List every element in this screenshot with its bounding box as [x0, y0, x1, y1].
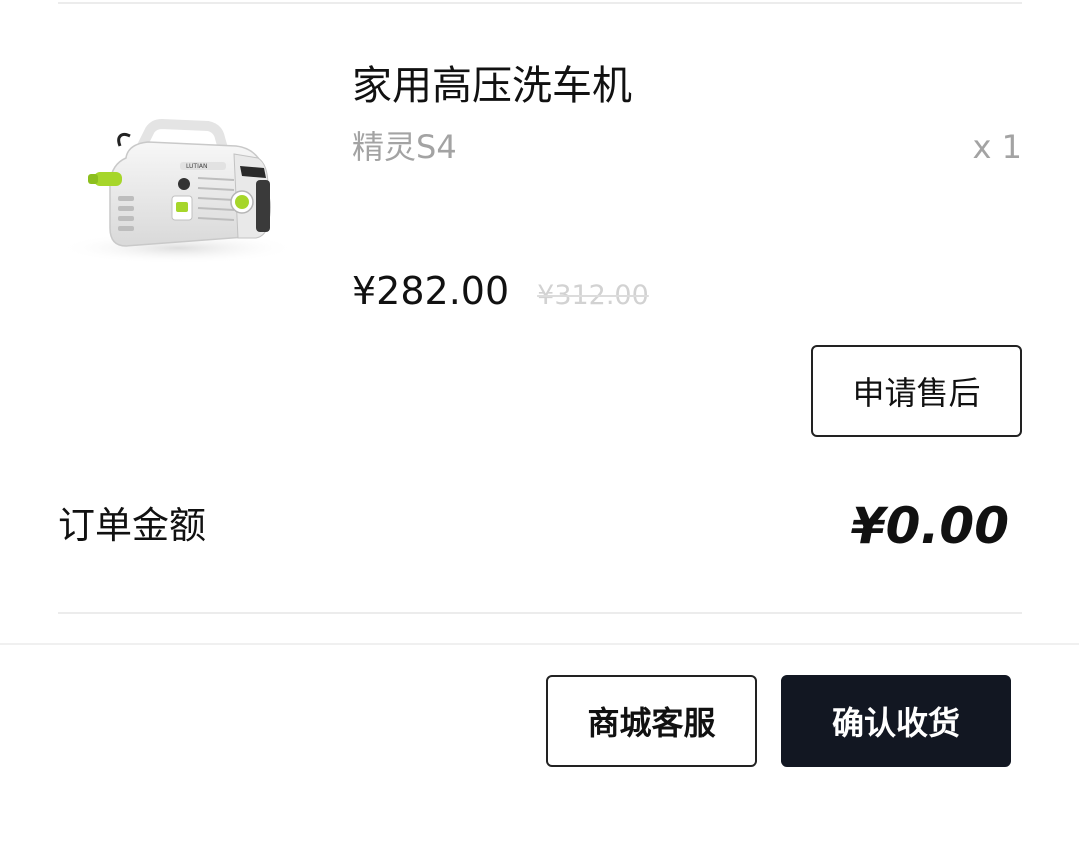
pressure-washer-icon: LUTIAN — [58, 118, 298, 264]
product-title: 家用高压洗车机 — [352, 63, 632, 109]
price-original: ¥312.00 — [537, 280, 649, 311]
product-image[interactable]: LUTIAN — [58, 106, 314, 282]
product-variant: 精灵S4 — [352, 128, 457, 166]
order-amount-value: ¥0.00 — [850, 497, 1009, 555]
confirm-receipt-button[interactable]: 确认收货 — [781, 675, 1011, 767]
section-divider — [58, 612, 1022, 614]
order-detail-page: LUTIAN 家用高压洗车机 精灵S4 x 1 ¥282.00 ¥312.00 … — [0, 0, 1079, 851]
top-divider — [58, 2, 1022, 4]
product-quantity: x 1 — [972, 128, 1022, 166]
price-row: ¥282.00 ¥312.00 — [352, 266, 649, 316]
order-amount-label: 订单金额 — [58, 504, 206, 547]
svg-text:LUTIAN: LUTIAN — [186, 163, 207, 170]
customer-service-button[interactable]: 商城客服 — [546, 675, 757, 767]
price-current: ¥282.00 — [352, 269, 510, 313]
footer-divider — [0, 643, 1079, 645]
after-sale-button[interactable]: 申请售后 — [811, 345, 1022, 437]
